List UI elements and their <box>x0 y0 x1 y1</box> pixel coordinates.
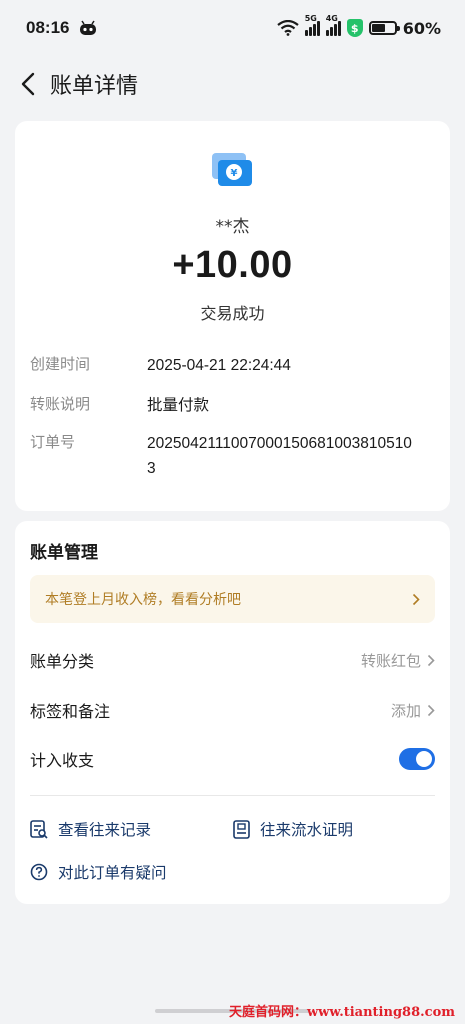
detail-label: 创建时间 <box>30 355 91 373</box>
battery-percent: 60% <box>402 18 441 38</box>
question-circle-icon <box>30 863 48 881</box>
nav-bar: 账单详情 <box>0 56 465 112</box>
transaction-amount: +10.00 <box>172 244 293 286</box>
chevron-right-icon <box>412 593 420 605</box>
link-label: 查看往来记录 <box>58 821 152 839</box>
order-question-link[interactable]: 对此订单有疑问 <box>30 861 167 883</box>
status-time: 08:16 <box>26 18 70 37</box>
tags-notes-row[interactable]: 标签和备注 添加 <box>30 695 435 725</box>
chevron-right-icon <box>427 704 435 716</box>
statement-proof-link[interactable]: 往来流水证明 <box>233 818 353 840</box>
divider <box>30 795 435 796</box>
watermark: 天庭首码网：www.tianting88.com <box>228 1005 455 1020</box>
link-label: 对此订单有疑问 <box>58 864 167 882</box>
page-title: 账单详情 <box>50 74 139 99</box>
payee-name: **杰 <box>215 217 250 237</box>
banner-text: 本笔登上月收入榜，看看分析吧 <box>45 592 241 608</box>
transfer-bill-icon: ¥ <box>212 153 252 186</box>
svg-text:¥: ¥ <box>231 168 238 179</box>
link-label: 往来流水证明 <box>260 821 354 839</box>
wifi-icon <box>277 20 299 36</box>
signal-4g-icon: 4G <box>325 14 341 36</box>
item-label: 账单分类 <box>30 652 95 671</box>
detail-label: 订单号 <box>30 433 76 451</box>
item-value: 转账红包 <box>360 651 421 670</box>
section-title: 账单管理 <box>30 543 98 563</box>
income-rank-banner[interactable]: 本笔登上月收入榜，看看分析吧 <box>30 575 435 623</box>
signal-5g-icon: 5G <box>304 14 320 36</box>
chevron-right-icon <box>427 654 435 666</box>
history-record-icon <box>30 819 48 839</box>
app-notification-icon <box>80 20 97 35</box>
chevron-left-icon <box>21 72 35 96</box>
count-in-budget-toggle[interactable] <box>399 748 435 770</box>
item-label: 标签和备注 <box>30 702 111 721</box>
detail-row-created: 创建时间 2025-04-21 22:24:44 <box>30 353 437 378</box>
bill-category-row[interactable]: 账单分类 转账红包 <box>30 645 435 675</box>
security-shield-icon: $ <box>346 19 363 37</box>
detail-value: 2025-04-21 22:24:44 <box>147 357 291 374</box>
detail-value: 批量付款 <box>147 397 210 414</box>
transaction-status: 交易成功 <box>200 304 265 323</box>
view-history-link[interactable]: 查看往来记录 <box>30 818 151 840</box>
status-bar: 08:16 5G 4G $ 60% <box>0 0 465 56</box>
back-button[interactable] <box>14 70 42 98</box>
detail-value[interactable]: 20250421110070001506810038105103 <box>147 431 415 481</box>
item-label: 计入收支 <box>30 751 95 770</box>
count-in-budget-row: 计入收支 <box>30 744 435 774</box>
detail-row-order-id: 订单号 20250421110070001506810038105103 <box>30 431 415 481</box>
statement-document-icon <box>233 819 250 839</box>
item-value: 添加 <box>390 701 421 720</box>
battery-icon <box>368 21 400 35</box>
detail-label: 转账说明 <box>30 395 91 413</box>
detail-row-remark: 转账说明 批量付款 <box>30 393 437 418</box>
